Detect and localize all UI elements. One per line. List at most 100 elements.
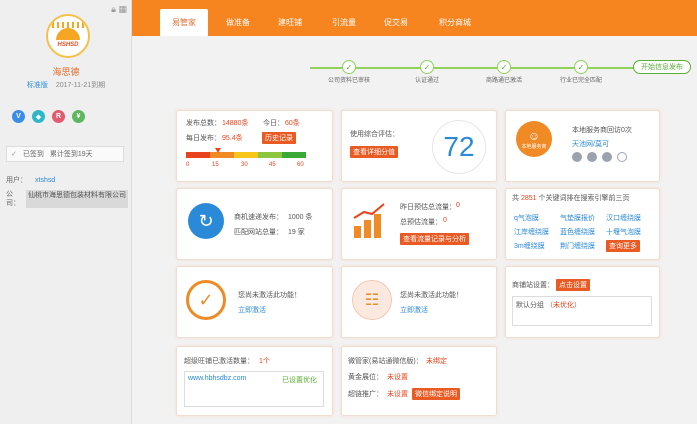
user-row: 用户： xtshsd xyxy=(6,175,55,185)
keyword-link[interactable]: 荆门缠绕膜 xyxy=(560,241,595,251)
home-icon[interactable] xyxy=(602,152,612,162)
badges: V ◆ R ¥ xyxy=(12,110,85,123)
step-label: 公司资料已审核 xyxy=(327,78,370,84)
shop-site-label: 商铺站设置： xyxy=(512,282,554,289)
v-badge-icon[interactable]: V xyxy=(12,110,25,123)
link-promo-value: 未设置 xyxy=(387,391,408,398)
tab-prepare[interactable]: 做准备 xyxy=(216,9,260,36)
keywords-intro-post: 个关键词排在搜索引擎前三页 xyxy=(538,195,630,202)
keyword-link[interactable]: 十堰气泡膜 xyxy=(606,227,641,237)
user-value: xtshsd xyxy=(35,177,56,184)
gauge-tick: 45 xyxy=(269,162,276,168)
shop-url-status: 已设置优化 xyxy=(282,377,317,384)
tab-manager[interactable]: 易管家 xyxy=(160,9,208,36)
today-label: 今日： xyxy=(263,120,284,127)
sign-in-box[interactable]: ✓ 已签到 累计签到19天 xyxy=(6,146,124,162)
clock-check-icon: ✓ xyxy=(186,280,226,320)
signed-label: 已签到 xyxy=(22,151,44,158)
publish-gauge xyxy=(186,148,306,158)
chat-icon[interactable] xyxy=(587,152,597,162)
step-check-icon: ✓ xyxy=(574,60,588,74)
tab-deal[interactable]: 促交易 xyxy=(374,9,418,36)
logo-text: HSHSD xyxy=(57,42,79,48)
keyword-link[interactable]: 气垫膜报价 xyxy=(560,213,595,223)
keywords-more-button[interactable]: 查询更多 xyxy=(606,240,640,252)
expire-date: 2017-11-21到期 xyxy=(55,82,106,89)
shop-site-setup-button[interactable]: 点击设置 xyxy=(556,279,590,291)
chat-bubble-icon: ☷ xyxy=(352,280,392,320)
step-check-icon: ✓ xyxy=(497,60,511,74)
version-line: 标准版 2017-11-21到期 xyxy=(0,80,132,90)
activate-link-2[interactable]: 立即激活 xyxy=(400,305,428,315)
wechat-bind-label: 微管家(易站通微信版)： xyxy=(348,358,423,365)
total-label: 发布总数： xyxy=(186,120,221,127)
rating-label: 使用综合评估： xyxy=(350,131,399,138)
wechat-bind-help-button[interactable]: 微信绑定说明 xyxy=(412,388,460,400)
inactive-text-2: 您尚未激活此功能！ xyxy=(400,292,463,299)
user-label: 用户： xyxy=(6,177,27,184)
speed-label: 商机速递发布： xyxy=(234,214,283,221)
traffic-analysis-button[interactable]: 查看流量记录与分析 xyxy=(400,233,469,245)
tab-points-mall[interactable]: 积分商城 xyxy=(430,9,480,36)
gauge-tick: 30 xyxy=(241,162,248,168)
service-name[interactable]: 天池网/莫可 xyxy=(572,139,609,149)
step-label: 行业已完全匹配 xyxy=(559,78,602,84)
match-value: 19 家 xyxy=(288,229,305,236)
lock-icon[interactable]: 🔒︎ xyxy=(111,4,116,14)
corp-label: 公司： xyxy=(6,191,20,207)
company-logo: HSHSD xyxy=(46,14,90,58)
gold-booth-value: 未设置 xyxy=(387,374,408,381)
super-shop-list: www.hbhsdbz.com 已设置优化 xyxy=(184,371,324,407)
tab-traffic[interactable]: 引流量 xyxy=(322,9,366,36)
keyword-link[interactable]: 江岸缠绕膜 xyxy=(514,227,549,237)
tab-shop[interactable]: 建旺铺 xyxy=(268,9,312,36)
keywords-intro: 共 2851 个关键词排在搜索引擎前三页 xyxy=(512,193,629,203)
shield-badge-icon[interactable]: ◆ xyxy=(32,110,45,123)
bar-chart-icon xyxy=(353,203,385,238)
sun-icon xyxy=(52,22,84,40)
total-traffic-value: 0 xyxy=(443,217,447,224)
history-button[interactable]: 历史记录 xyxy=(262,132,296,144)
keyword-link[interactable]: q气泡膜 xyxy=(514,213,539,223)
keyword-link[interactable]: 3m缠绕膜 xyxy=(514,241,545,251)
keyword-link[interactable]: 蓝色缠绕膜 xyxy=(560,227,595,237)
start-publish-button[interactable]: 开始信息发布 xyxy=(633,60,691,74)
match-label: 匹配网站总量： xyxy=(234,229,283,236)
phone-icon[interactable] xyxy=(572,152,582,162)
yen-badge-icon[interactable]: ¥ xyxy=(72,110,85,123)
super-shop-count: 1个 xyxy=(259,358,270,365)
sign-days: 累计签到19天 xyxy=(49,151,93,158)
speed-value: 1000 条 xyxy=(288,214,313,221)
r-badge-icon[interactable]: R xyxy=(52,110,65,123)
keywords-count: 2851 xyxy=(520,195,537,202)
inactive-text-1: 您尚未激活此功能！ xyxy=(238,292,301,299)
yesterday-traffic-value: 0 xyxy=(456,202,460,209)
rating-score: 72 xyxy=(432,120,486,174)
corp-value: 仙桃市海思德包装材料有限公司 xyxy=(26,190,128,208)
grid-icon[interactable]: ▦ xyxy=(118,4,127,14)
sidebar: 🔒︎ ▦ HSHSD 海思德 标准版 2017-11-21到期 V ◆ R ¥ … xyxy=(0,0,132,424)
gauge-tick: 60 xyxy=(297,162,304,168)
rating-detail-button[interactable]: 查看详细分值 xyxy=(350,146,398,158)
total-value: 14880条 xyxy=(222,120,249,127)
gauge-marker-icon xyxy=(215,148,221,153)
clock-icon[interactable] xyxy=(617,152,627,162)
check-icon: ✓ xyxy=(11,151,17,158)
gold-booth-label: 黄金展位： xyxy=(348,374,383,381)
shop-group-box[interactable]: 默认分组 （未优化） xyxy=(512,296,652,326)
activate-link-1[interactable]: 立即激活 xyxy=(238,305,266,315)
group-status: （未优化） xyxy=(545,302,581,309)
total-traffic-label: 总预估流量： xyxy=(400,219,442,226)
shop-url-link[interactable]: www.hbhsdbz.com xyxy=(188,375,246,382)
step-label: 商路通已激活 xyxy=(485,78,522,84)
person-icon: ☺ xyxy=(527,128,541,143)
sidebar-top-icons: 🔒︎ ▦ xyxy=(111,4,127,15)
link-promo-label: 超链推广： xyxy=(348,391,383,398)
keywords-intro-pre: 共 xyxy=(512,195,519,202)
company-name: 海思德 xyxy=(52,67,80,77)
keyword-link[interactable]: 汉口缠绕膜 xyxy=(606,213,641,223)
daily-value: 95.4条 xyxy=(222,135,243,142)
version-label[interactable]: 标准版 xyxy=(27,82,48,89)
corp-row: 公司： 仙桃市海思德包装材料有限公司 xyxy=(6,190,128,208)
step-check-icon: ✓ xyxy=(342,60,356,74)
